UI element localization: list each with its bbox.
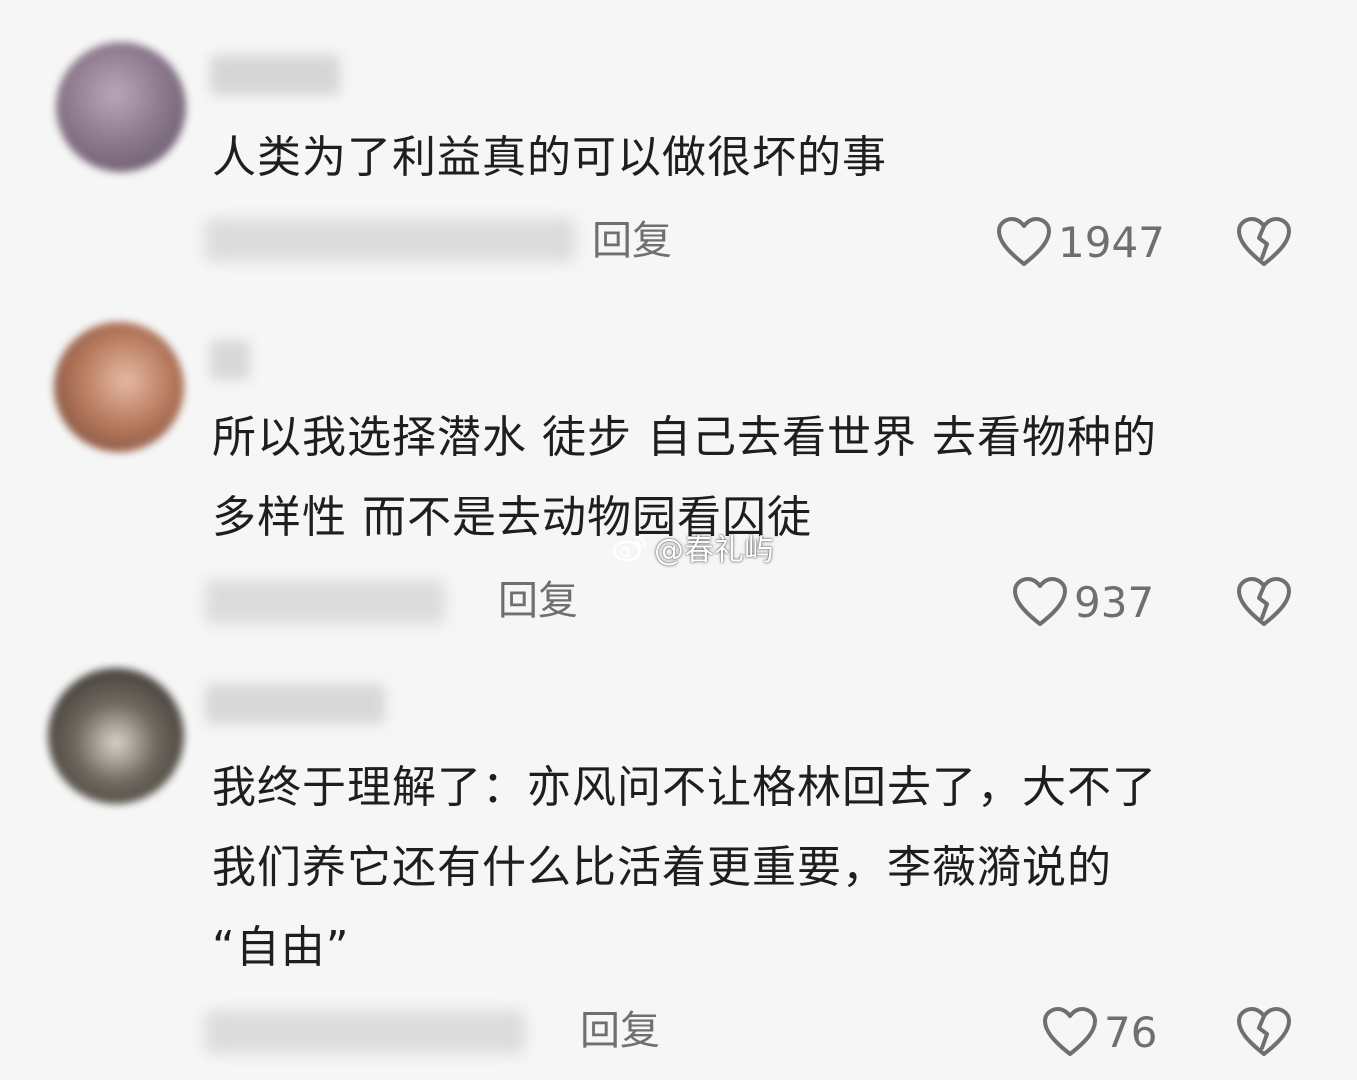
heart-outline-icon bbox=[1043, 1007, 1097, 1056]
username-blurred[interactable] bbox=[205, 684, 385, 724]
avatar[interactable] bbox=[48, 668, 184, 804]
reply-button[interactable]: 回复 bbox=[580, 1006, 660, 1056]
username-blurred[interactable] bbox=[210, 55, 340, 95]
comment-text: 人类为了利益真的可以做很坏的事 bbox=[212, 132, 887, 183]
watermark-text: @春礼屿 bbox=[654, 533, 774, 568]
avatar[interactable] bbox=[54, 322, 184, 452]
broken-heart-icon[interactable] bbox=[1236, 1004, 1292, 1060]
broken-heart-icon[interactable] bbox=[1236, 574, 1292, 630]
like-count: 1947 bbox=[1058, 217, 1165, 267]
username-blurred[interactable] bbox=[210, 340, 250, 380]
heart-outline-icon bbox=[1013, 577, 1067, 626]
comment-meta-blurred bbox=[205, 218, 575, 262]
weibo-icon bbox=[612, 535, 647, 562]
like-button[interactable]: 937 bbox=[1012, 572, 1154, 632]
like-count: 76 bbox=[1104, 1007, 1158, 1057]
heart-outline-icon bbox=[997, 217, 1051, 266]
reply-button[interactable]: 回复 bbox=[498, 576, 578, 626]
reply-button[interactable]: 回复 bbox=[592, 216, 672, 266]
watermark: @春礼屿 bbox=[612, 525, 774, 569]
comment-meta-blurred bbox=[205, 580, 445, 624]
avatar[interactable] bbox=[56, 42, 186, 172]
comment-meta-blurred bbox=[205, 1010, 525, 1054]
like-button[interactable]: 76 bbox=[1042, 1002, 1157, 1062]
like-count: 937 bbox=[1074, 577, 1155, 627]
comment-list: 人类为了利益真的可以做很坏的事 回复 1947 所以我选择潜水 徒步 自己去看世… bbox=[0, 0, 1357, 1080]
broken-heart-icon[interactable] bbox=[1236, 214, 1292, 270]
comment-text: 我终于理解了：亦风问不让格林回去了，大不了 我们养它还有什么比活着更重要，李薇漪… bbox=[212, 762, 1157, 973]
like-button[interactable]: 1947 bbox=[996, 212, 1165, 272]
